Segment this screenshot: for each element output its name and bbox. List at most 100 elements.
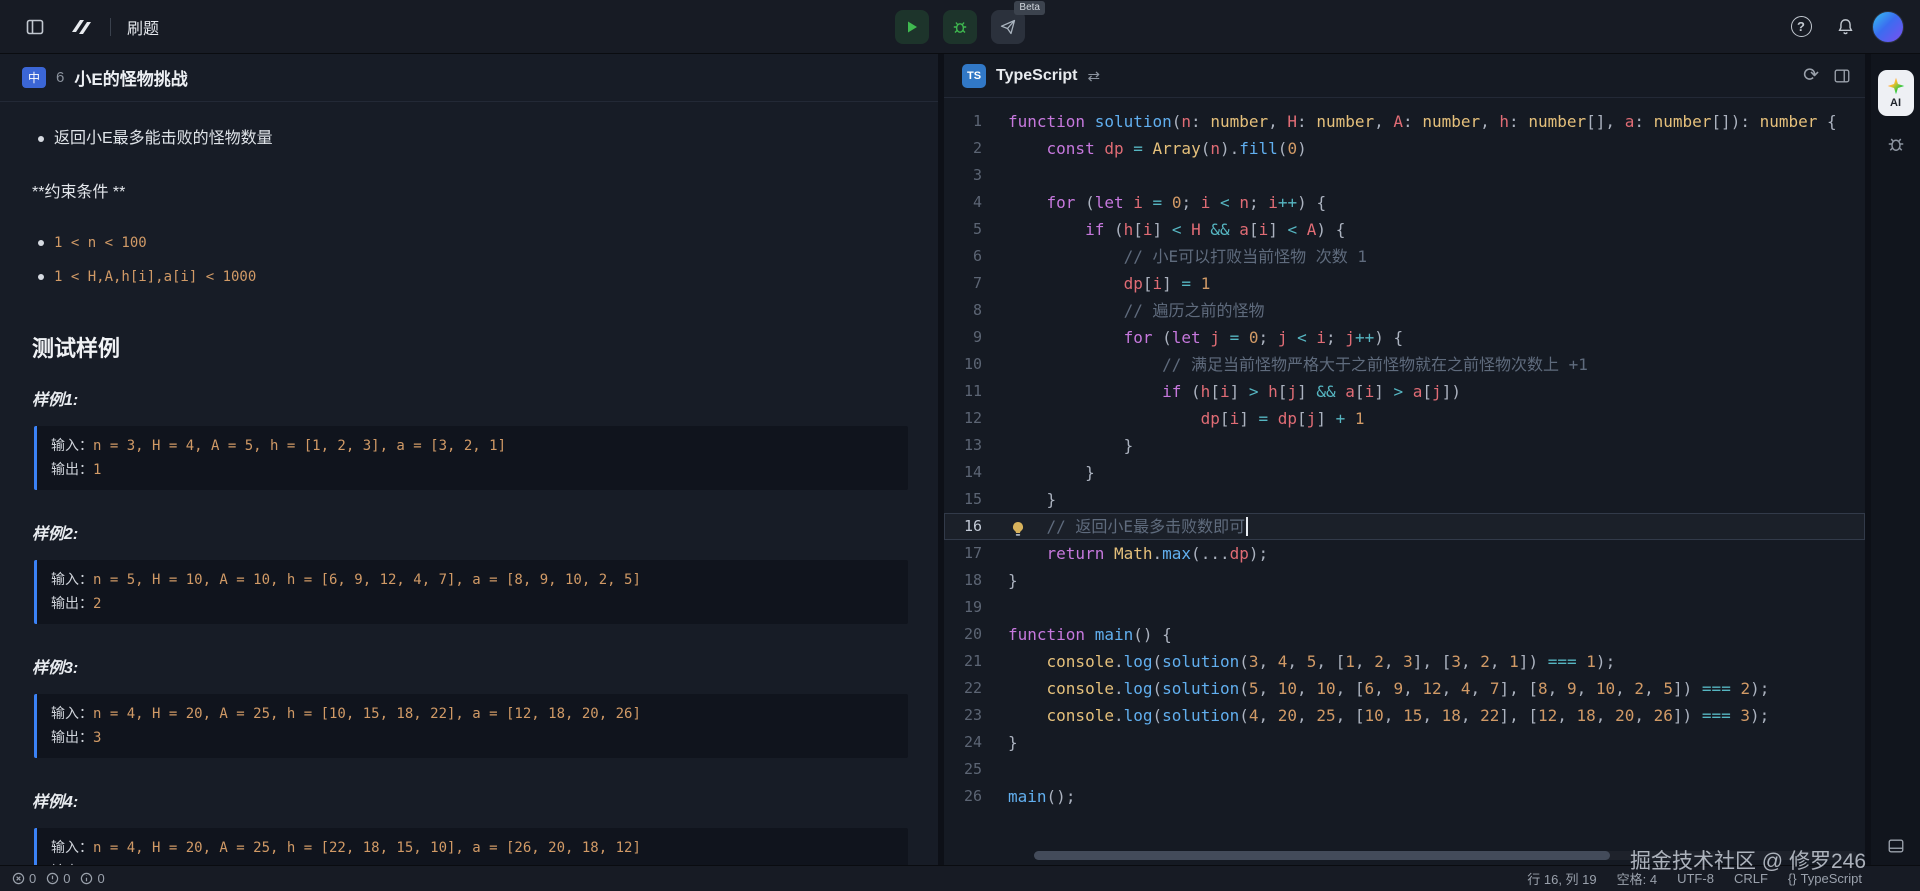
line-number[interactable]: 16 — [944, 513, 1008, 540]
debug-button[interactable] — [943, 10, 977, 44]
code-line[interactable]: 1function solution(n: number, H: number,… — [944, 108, 1865, 135]
sample-output: 输出：2 — [51, 592, 894, 616]
samples-list: 样例1:输入：n = 3, H = 4, A = 5, h = [1, 2, 3… — [32, 388, 908, 865]
infos-count[interactable]: 0 — [80, 871, 104, 886]
line-number[interactable]: 23 — [944, 702, 1008, 729]
problem-header: 中 6 小E的怪物挑战 — [0, 54, 938, 102]
bottom-panel-toggle-icon[interactable] — [1887, 837, 1905, 855]
line-number[interactable]: 24 — [944, 729, 1008, 756]
horizontal-scrollbar — [1034, 851, 1857, 860]
line-number[interactable]: 18 — [944, 567, 1008, 594]
sample-output: 输出：3 — [51, 726, 894, 750]
code-line[interactable]: 6 // 小E可以打败当前怪物 次数 1 — [944, 243, 1865, 270]
code-line[interactable]: 14 } — [944, 459, 1865, 486]
submit-button[interactable] — [991, 10, 1025, 44]
sample-label: 样例3: — [32, 656, 908, 682]
language-mode[interactable]: {}TypeScript — [1788, 871, 1862, 886]
errors-count[interactable]: 0 — [12, 871, 36, 886]
line-number[interactable]: 26 — [944, 783, 1008, 810]
line-number[interactable]: 19 — [944, 594, 1008, 621]
line-number[interactable]: 6 — [944, 243, 1008, 270]
bug-report-icon[interactable] — [1886, 134, 1906, 154]
code-line[interactable]: 22 console.log(solution(5, 10, 10, [6, 9… — [944, 675, 1865, 702]
intro-list: 返回小E最多能击败的怪物数量 — [32, 126, 908, 152]
infos-icon — [80, 872, 93, 885]
scrollbar-thumb[interactable] — [1034, 851, 1610, 860]
code-line[interactable]: 21 console.log(solution(3, 4, 5, [1, 2, … — [944, 648, 1865, 675]
code-line[interactable]: 16 // 返回小E最多击败数即可 — [944, 513, 1865, 540]
line-number[interactable]: 13 — [944, 432, 1008, 459]
sample-block: 输入：n = 4, H = 20, A = 25, h = [10, 15, 1… — [34, 694, 908, 758]
panel-right-icon[interactable] — [1833, 67, 1851, 85]
cursor-position[interactable]: 行 16, 列 19 — [1527, 869, 1596, 888]
indent-setting[interactable]: 空格: 4 — [1617, 869, 1657, 888]
code-line[interactable]: 15 } — [944, 486, 1865, 513]
line-number[interactable]: 25 — [944, 756, 1008, 783]
warnings-count[interactable]: 0 — [46, 871, 70, 886]
code-line[interactable]: 11 if (h[i] > h[j] && a[i] > a[j]) — [944, 378, 1865, 405]
code-line[interactable]: 8 // 遍历之前的怪物 — [944, 297, 1865, 324]
line-number[interactable]: 8 — [944, 297, 1008, 324]
code-line[interactable]: 25 — [944, 756, 1865, 783]
line-number[interactable]: 14 — [944, 459, 1008, 486]
line-number[interactable]: 20 — [944, 621, 1008, 648]
statusbar-problems[interactable]: 000 — [12, 871, 105, 886]
run-button[interactable] — [895, 10, 929, 44]
line-number[interactable]: 7 — [944, 270, 1008, 297]
code-line[interactable]: 24} — [944, 729, 1865, 756]
code-line[interactable]: 19 — [944, 594, 1865, 621]
lightbulb-icon[interactable] — [1010, 518, 1026, 534]
line-number[interactable]: 17 — [944, 540, 1008, 567]
sample-input: 输入：n = 4, H = 20, A = 25, h = [10, 15, 1… — [51, 702, 894, 726]
eol-setting[interactable]: CRLF — [1734, 871, 1768, 886]
topbar: 刷题 Beta ? — [0, 0, 1920, 54]
line-number[interactable]: 22 — [944, 675, 1008, 702]
reset-code-icon[interactable]: ⟳ — [1803, 64, 1819, 87]
code-line[interactable]: 18} — [944, 567, 1865, 594]
statusbar: 000 行 16, 列 19 空格: 4 UTF-8 CRLF {}TypeSc… — [0, 865, 1920, 891]
line-number[interactable]: 4 — [944, 189, 1008, 216]
line-number[interactable]: 12 — [944, 405, 1008, 432]
code-line[interactable]: 17 return Math.max(...dp); — [944, 540, 1865, 567]
editor-header: TS TypeScript ⇄ ⟳ — [944, 54, 1865, 98]
juejin-logo[interactable] — [68, 16, 94, 38]
code-line[interactable]: 9 for (let j = 0; j < i; j++) { — [944, 324, 1865, 351]
sample-input: 输入：n = 3, H = 4, A = 5, h = [1, 2, 3], a… — [51, 434, 894, 458]
warnings-icon — [46, 872, 59, 885]
sample-input: 输入：n = 4, H = 20, A = 25, h = [22, 18, 1… — [51, 836, 894, 860]
editor-panel: TS TypeScript ⇄ ⟳ 1function solution(n: … — [944, 54, 1865, 865]
code-line[interactable]: 26main(); — [944, 783, 1865, 810]
code-line[interactable]: 5 if (h[i] < H && a[i] < A) { — [944, 216, 1865, 243]
line-number[interactable]: 21 — [944, 648, 1008, 675]
main-area: 中 6 小E的怪物挑战 返回小E最多能击败的怪物数量 **约束条件 ** 1 <… — [0, 54, 1920, 865]
encoding[interactable]: UTF-8 — [1677, 871, 1714, 886]
code-line[interactable]: 13 } — [944, 432, 1865, 459]
problem-content: 返回小E最多能击败的怪物数量 **约束条件 ** 1 < n < 1001 < … — [0, 102, 938, 865]
line-number[interactable]: 1 — [944, 108, 1008, 135]
language-switch-icon[interactable]: ⇄ — [1088, 67, 1101, 85]
code-editor[interactable]: 1function solution(n: number, H: number,… — [944, 98, 1865, 865]
avatar[interactable] — [1872, 11, 1904, 43]
sidebar-toggle-icon[interactable] — [18, 10, 52, 44]
help-icon[interactable]: ? — [1784, 10, 1818, 44]
ai-assistant-button[interactable]: AI — [1878, 70, 1914, 116]
line-number[interactable]: 2 — [944, 135, 1008, 162]
line-number[interactable]: 11 — [944, 378, 1008, 405]
code-line[interactable]: 7 dp[i] = 1 — [944, 270, 1865, 297]
code-line[interactable]: 10 // 满足当前怪物严格大于之前怪物就在之前怪物次数上 +1 — [944, 351, 1865, 378]
code-line[interactable]: 12 dp[i] = dp[j] + 1 — [944, 405, 1865, 432]
code-line[interactable]: 23 console.log(solution(4, 20, 25, [10, … — [944, 702, 1865, 729]
code-line[interactable]: 2 const dp = Array(n).fill(0) — [944, 135, 1865, 162]
line-number[interactable]: 9 — [944, 324, 1008, 351]
bell-icon[interactable] — [1828, 10, 1862, 44]
line-number[interactable]: 10 — [944, 351, 1008, 378]
beta-badge: Beta — [1014, 1, 1045, 15]
ai-label: AI — [1890, 97, 1901, 109]
line-number[interactable]: 15 — [944, 486, 1008, 513]
errors-icon — [12, 872, 25, 885]
code-line[interactable]: 20function main() { — [944, 621, 1865, 648]
line-number[interactable]: 3 — [944, 162, 1008, 189]
code-line[interactable]: 3 — [944, 162, 1865, 189]
line-number[interactable]: 5 — [944, 216, 1008, 243]
code-line[interactable]: 4 for (let i = 0; i < n; i++) { — [944, 189, 1865, 216]
